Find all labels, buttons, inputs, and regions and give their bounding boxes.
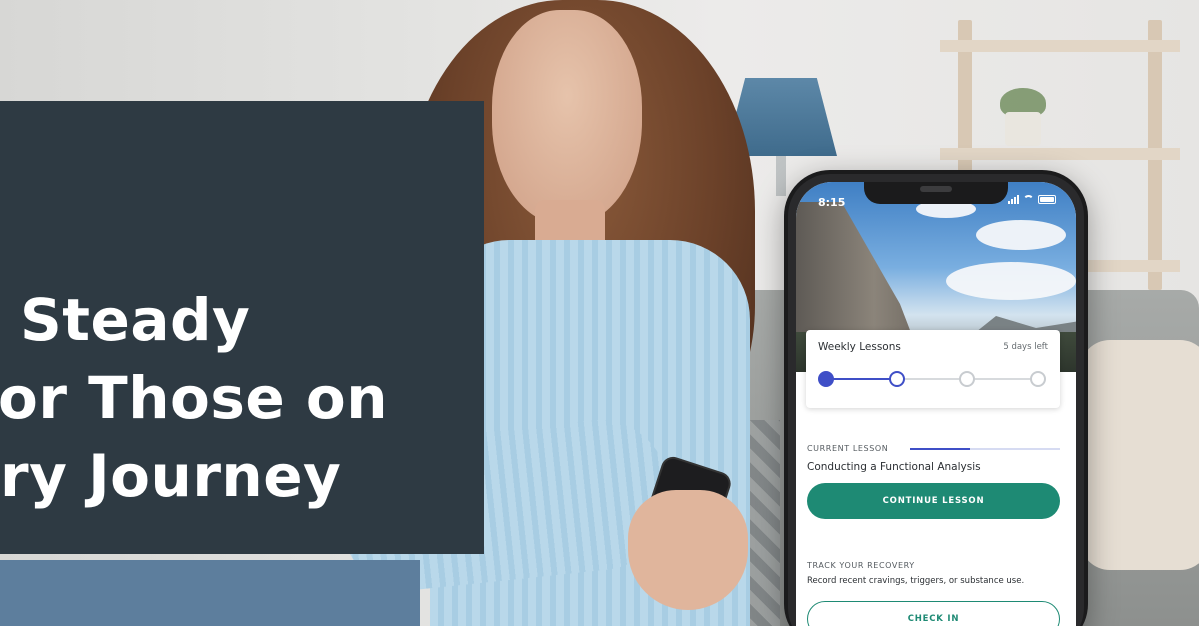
status-icons xyxy=(1008,194,1056,204)
current-lesson-title: Conducting a Functional Analysis xyxy=(807,461,981,473)
headline-line-2: or Those on xyxy=(0,364,389,432)
phone-mockup: 8:15 Weekly Lessons 5 days left CURRENT … xyxy=(784,170,1088,626)
lesson-step-1 xyxy=(818,371,834,387)
weekly-lessons-card[interactable]: Weekly Lessons 5 days left xyxy=(806,330,1060,408)
headline-line-3: ry Journey xyxy=(0,442,342,510)
track-recovery-label: TRACK YOUR RECOVERY xyxy=(807,561,915,570)
plant-pot xyxy=(1005,112,1041,146)
check-in-button[interactable]: CHECK IN xyxy=(807,601,1060,626)
headline-panel: Steady or Those on ry Journey xyxy=(0,101,484,554)
headline-line-1: Steady xyxy=(20,286,251,354)
phone-notch xyxy=(864,182,1008,204)
battery-icon xyxy=(1038,194,1056,204)
current-lesson-label: CURRENT LESSON xyxy=(807,444,889,453)
days-left: 5 days left xyxy=(1003,342,1048,352)
woman-face xyxy=(492,10,642,225)
current-lesson-progress-fill xyxy=(910,448,970,450)
lesson-step-4 xyxy=(1030,371,1046,387)
track-recovery-description: Record recent cravings, triggers, or sub… xyxy=(807,576,1025,586)
signal-icon xyxy=(1008,194,1019,204)
pillow xyxy=(1080,340,1199,570)
weekly-lessons-title: Weekly Lessons xyxy=(818,341,901,353)
jeans xyxy=(0,560,420,626)
status-time: 8:15 xyxy=(818,196,846,209)
lesson-step-2 xyxy=(888,371,905,387)
woman-hand xyxy=(628,490,748,610)
wifi-icon xyxy=(1023,195,1034,203)
lesson-progress-fill xyxy=(826,378,897,380)
lesson-step-3 xyxy=(959,371,976,387)
continue-lesson-button[interactable]: CONTINUE LESSON xyxy=(807,483,1060,519)
phone-screen: 8:15 Weekly Lessons 5 days left CURRENT … xyxy=(796,182,1076,626)
headline: Steady or Those on ry Journey xyxy=(0,281,508,515)
